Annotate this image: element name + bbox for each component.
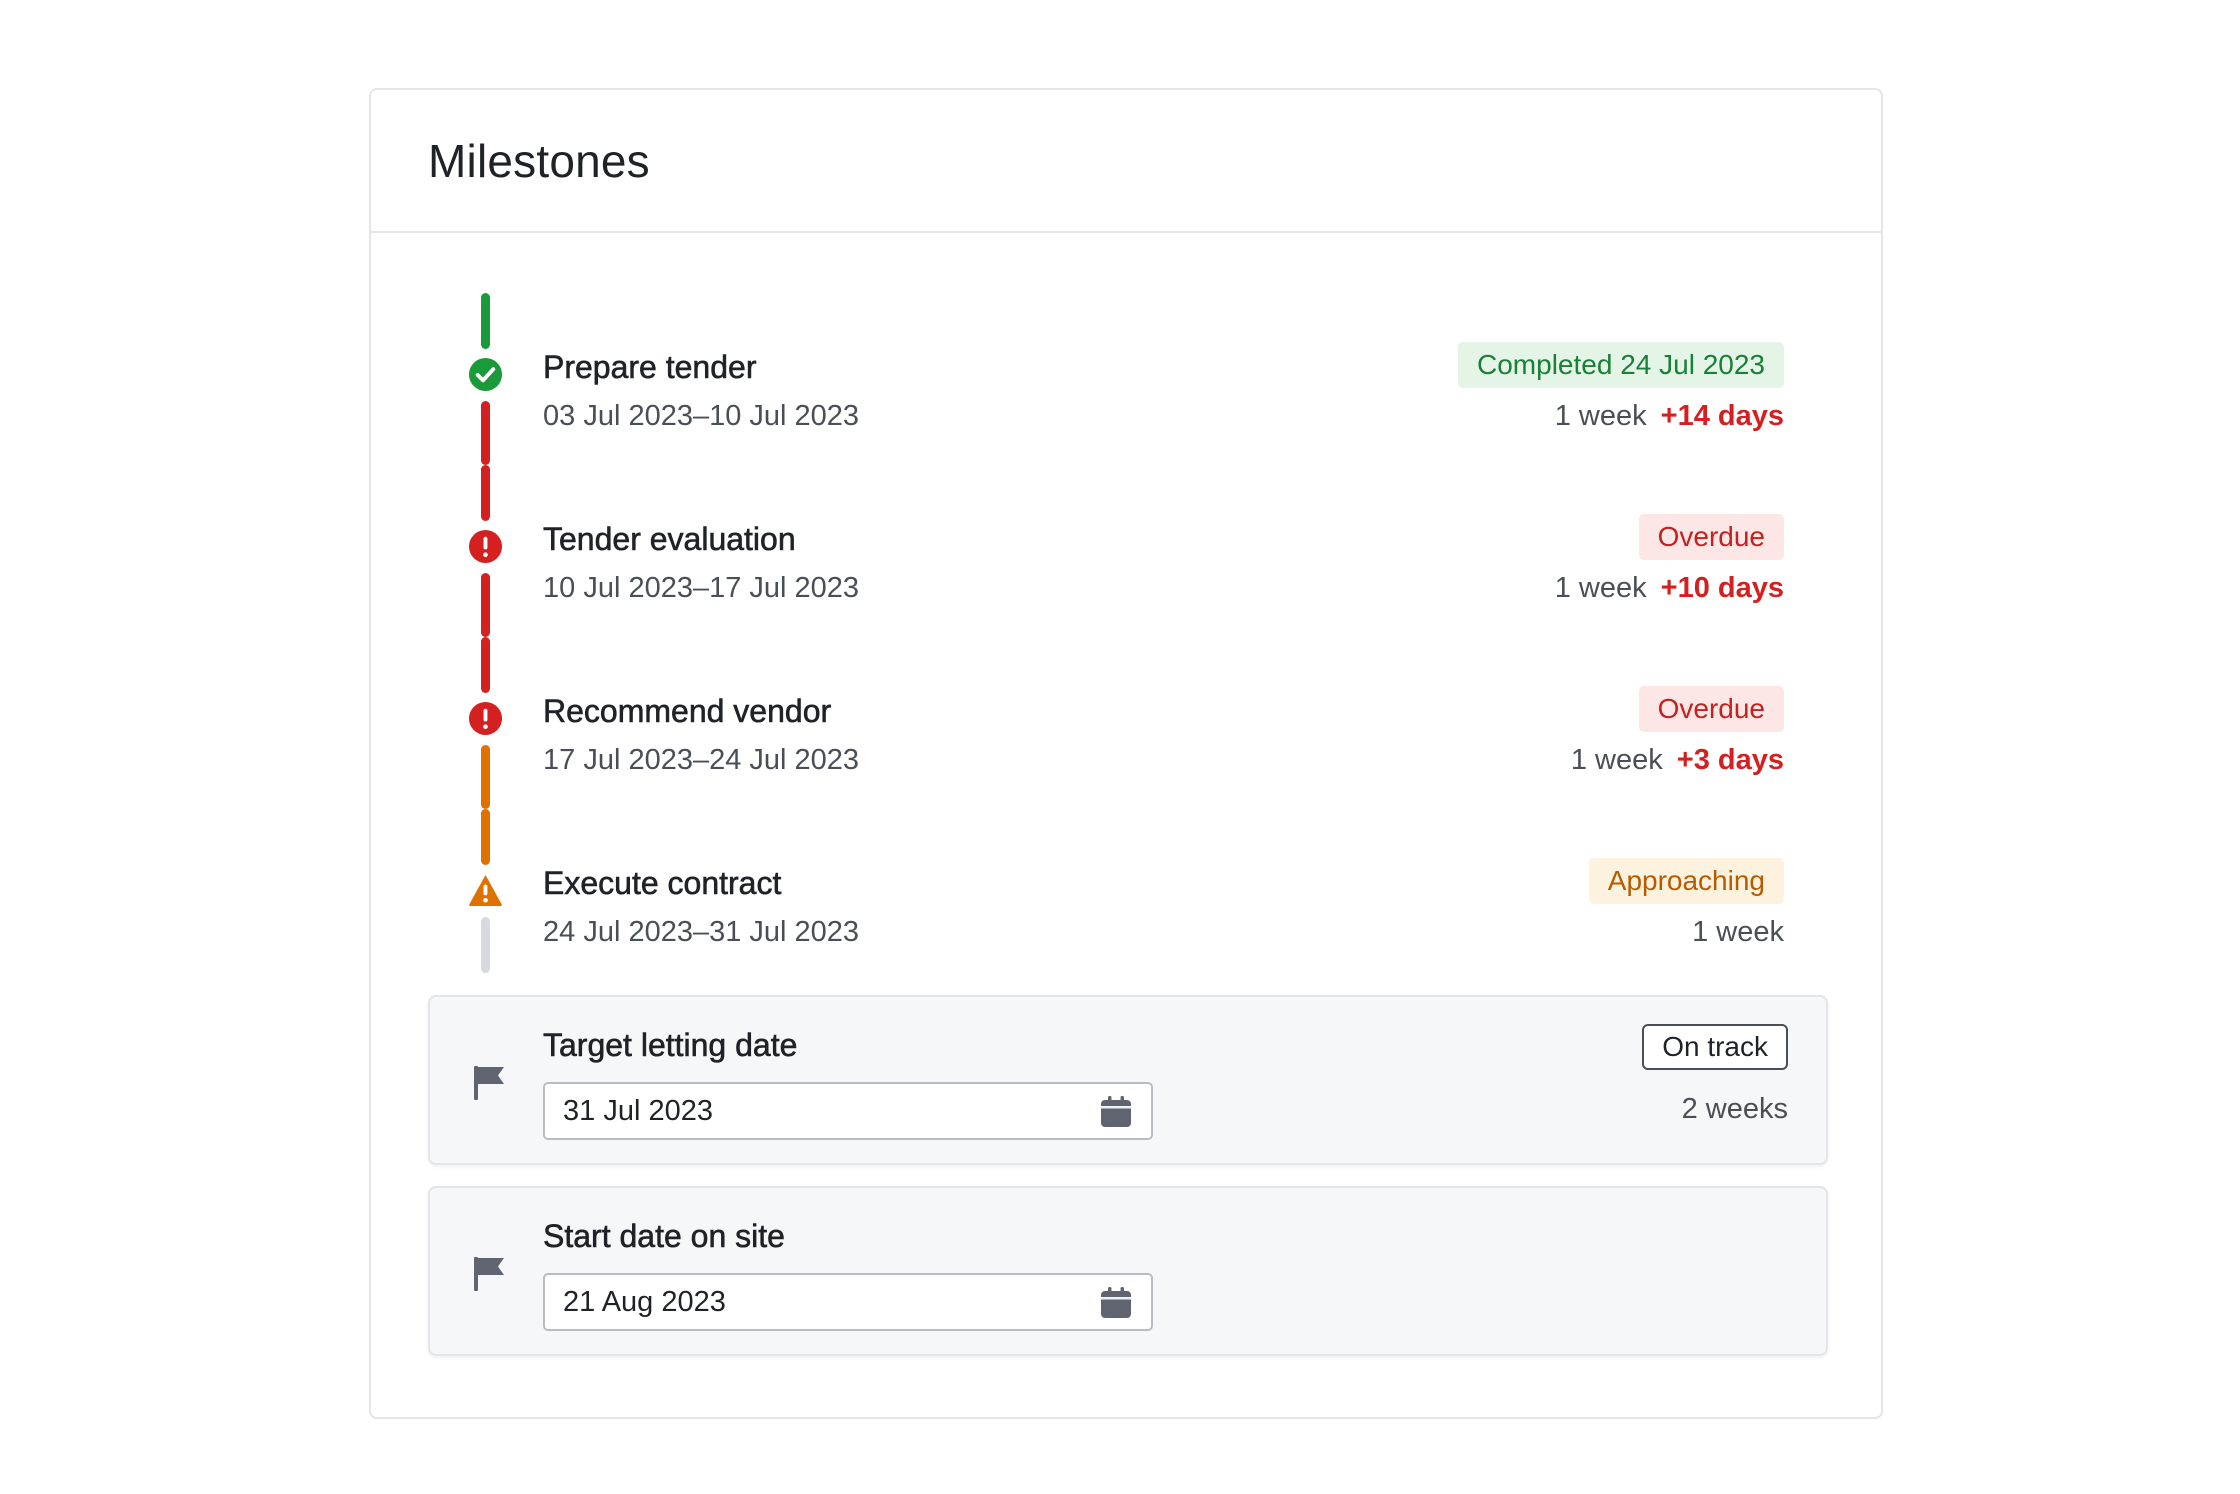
milestone-duration: 1 week +14 days: [1555, 400, 1784, 433]
target-letting-date-input[interactable]: 31 Jul 2023: [543, 1082, 1153, 1140]
status-badge: Approaching: [1588, 858, 1784, 904]
milestone-item[interactable]: Recommend vendor 17 Jul 2023–24 Jul 2023…: [371, 637, 1881, 809]
start-on-site-panel: Start date on site 21 Aug 2023: [428, 1186, 1828, 1356]
target-letting-panel: Target letting date 31 Jul 2023 On track…: [428, 995, 1828, 1165]
milestone-duration: 1 week +3 days: [1571, 744, 1784, 777]
panel-duration: 2 weeks: [1681, 1093, 1788, 1125]
timeline-segment: [481, 809, 490, 865]
flag-icon: [474, 1066, 504, 1100]
panel-label: Start date on site: [543, 1218, 786, 1255]
date-value: 31 Jul 2023: [563, 1094, 713, 1127]
exclamation-circle-icon: [468, 529, 503, 564]
milestone-name: Prepare tender: [543, 349, 757, 386]
milestone-dates: 17 Jul 2023–24 Jul 2023: [543, 744, 860, 776]
milestone-duration: 1 week +10 days: [1555, 572, 1784, 605]
timeline-segment: [481, 465, 490, 521]
check-circle-icon: [468, 357, 503, 392]
timeline-segment: [481, 745, 490, 809]
milestone-item[interactable]: Execute contract 24 Jul 2023–31 Jul 2023…: [371, 809, 1881, 981]
milestone-duration: 1 week: [1692, 916, 1784, 949]
exclamation-circle-icon: [468, 701, 503, 736]
start-on-site-date-input[interactable]: 21 Aug 2023: [543, 1273, 1153, 1331]
milestone-name: Execute contract: [543, 865, 782, 902]
status-badge: Overdue: [1638, 514, 1784, 560]
on-track-badge: On track: [1642, 1024, 1788, 1070]
status-badge: Overdue: [1638, 686, 1784, 732]
card-title: Milestones: [428, 134, 650, 187]
timeline-segment: [481, 917, 490, 973]
status-badge: Completed 24 Jul 2023: [1458, 342, 1784, 388]
duration-text: 1 week: [1554, 572, 1647, 604]
duration-text: 1 week: [1692, 916, 1784, 948]
panel-label: Target letting date: [543, 1027, 798, 1064]
warning-triangle-icon: [469, 874, 502, 907]
milestone-dates: 10 Jul 2023–17 Jul 2023: [543, 572, 860, 604]
timeline-segment: [481, 401, 490, 465]
milestone-item[interactable]: Prepare tender 03 Jul 2023–10 Jul 2023 C…: [371, 293, 1881, 465]
delay-text: +3 days: [1676, 744, 1784, 776]
flag-icon: [474, 1257, 504, 1291]
milestone-name: Tender evaluation: [543, 521, 796, 558]
calendar-icon[interactable]: [1099, 1095, 1133, 1129]
timeline-segment: [481, 573, 490, 637]
duration-text: 1 week: [1570, 744, 1663, 776]
delay-text: +14 days: [1660, 400, 1784, 432]
delay-text: +10 days: [1660, 572, 1784, 604]
milestone-item[interactable]: Tender evaluation 10 Jul 2023–17 Jul 202…: [371, 465, 1881, 637]
milestone-dates: 03 Jul 2023–10 Jul 2023: [543, 400, 860, 432]
calendar-icon[interactable]: [1099, 1286, 1133, 1320]
timeline-segment: [481, 637, 490, 693]
card-header: Milestones: [371, 90, 1881, 233]
timeline-segment: [481, 293, 490, 349]
milestone-dates: 24 Jul 2023–31 Jul 2023: [543, 916, 860, 948]
date-value: 21 Aug 2023: [563, 1285, 726, 1318]
milestones-card: Milestones Prepare tender 03 Jul 2023–10…: [369, 88, 1883, 1419]
duration-text: 1 week: [1554, 400, 1647, 432]
milestone-name: Recommend vendor: [543, 693, 832, 730]
